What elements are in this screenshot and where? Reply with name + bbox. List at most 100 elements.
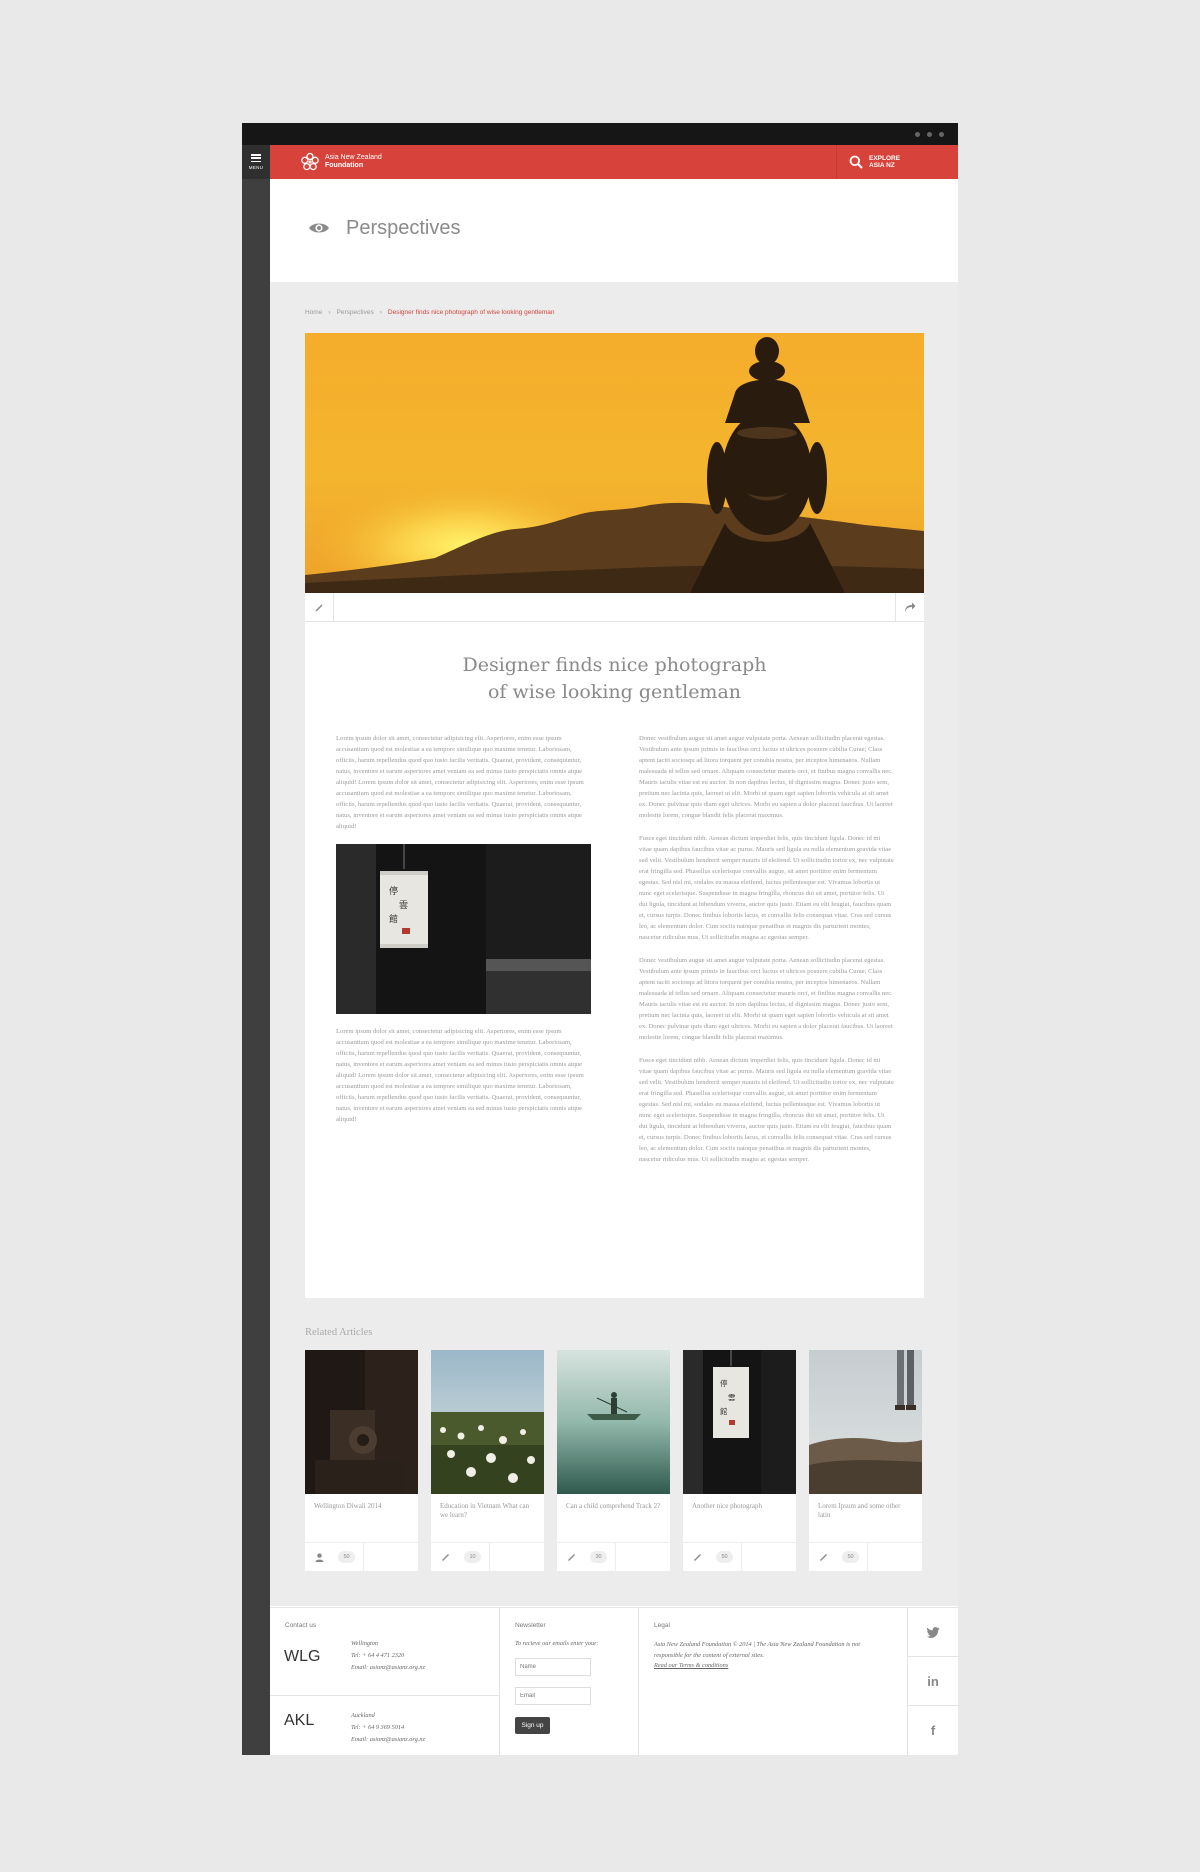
window-controls[interactable] <box>915 132 944 137</box>
office-wellington: WLG Wellington Tel: + 64 4 471 2320 Emai… <box>270 1632 500 1696</box>
paragraph: Lorem ipsum dolor sit amet, consectetur … <box>336 1028 584 1123</box>
linkedin-icon[interactable]: in <box>908 1657 958 1706</box>
explore-line2: ASIA NZ <box>869 162 895 169</box>
terms-link[interactable]: Read our Terms & conditions <box>654 1661 864 1672</box>
hero-image-buddha-sunset <box>305 333 924 593</box>
related-card[interactable]: Wellington Diwali 2014 50 <box>305 1350 418 1571</box>
card-title[interactable]: Another nice photograph <box>692 1502 788 1511</box>
card-title[interactable]: Can a child comprehend Track 2? <box>566 1502 662 1511</box>
brand-logo[interactable]: Asia New Zealand Foundation <box>300 152 382 172</box>
signup-button[interactable]: Sign up <box>515 1717 550 1734</box>
twitter-icon[interactable] <box>908 1608 958 1657</box>
hamburger-icon <box>251 154 261 162</box>
pencil-icon <box>557 1543 586 1571</box>
office-phone[interactable]: Tel: + 64 9 369 5014 <box>351 1722 425 1734</box>
user-icon <box>305 1543 334 1571</box>
page-header: Perspectives <box>270 179 958 282</box>
menu-button[interactable]: MENU <box>242 145 270 179</box>
article-title-line2: of wise looking gentleman <box>487 681 742 703</box>
footer-contact: Contact us WLG Wellington Tel: + 64 4 47… <box>270 1608 500 1756</box>
svg-text:停: 停 <box>720 1378 728 1388</box>
thumbnail-canoe-lake <box>557 1350 670 1494</box>
linkedin-label: in <box>927 1673 939 1689</box>
explore-button[interactable]: EXPLORE ASIA NZ <box>836 145 958 179</box>
footer-newsletter: Newsletter To recieve our emails enter y… <box>500 1608 639 1756</box>
related-card[interactable]: Lorem Ipsum and some other latin 50 <box>809 1350 922 1571</box>
paragraph: Lorem ipsum dolor sit amet, consectetur … <box>336 735 584 830</box>
brand-name: Asia New Zealand Foundation <box>325 154 382 170</box>
article-title-line1: Designer finds nice photograph <box>462 654 767 676</box>
article: Designer finds nice photograph of wise l… <box>305 622 924 1298</box>
explore-line1: EXPLORE <box>869 154 901 162</box>
article-title: Designer finds nice photograph of wise l… <box>305 652 924 706</box>
newsletter-email-input[interactable] <box>515 1687 591 1705</box>
breadcrumb-home[interactable]: Home <box>305 309 322 316</box>
svg-text:雲: 雲 <box>399 900 408 911</box>
comment-count: 50 <box>338 1551 355 1563</box>
search-icon <box>849 155 863 169</box>
legal-text: Asia New Zealand Foundation © 2014 | The… <box>654 1640 864 1672</box>
related-card[interactable]: 停 雲 館 Another nice photograph 50 <box>683 1350 796 1571</box>
office-info: Auckland Tel: + 64 9 369 5014 Email: asi… <box>351 1710 425 1746</box>
card-footer: 10 <box>431 1542 544 1571</box>
pencil-icon <box>683 1543 712 1571</box>
office-phone[interactable]: Tel: + 64 4 471 2320 <box>351 1650 425 1662</box>
paragraph: Donec vestibulum augue sit amet augue vu… <box>639 735 893 819</box>
share-arrow-icon <box>905 602 916 612</box>
sidebar: MENU <box>242 145 270 1755</box>
pencil-icon <box>315 604 323 611</box>
paragraph: Donec vestibulum augue sit amet augue vu… <box>639 957 893 1041</box>
card-title[interactable]: Education in Vietnam What can we learn? <box>440 1502 536 1520</box>
window-titlebar <box>242 123 958 145</box>
card-title[interactable]: Wellington Diwali 2014 <box>314 1502 410 1511</box>
page-title: Perspectives <box>346 217 461 239</box>
brand-line1: Asia New Zealand <box>325 154 382 161</box>
explore-label: EXPLORE ASIA NZ <box>869 155 900 170</box>
svg-text:館: 館 <box>720 1406 728 1416</box>
thumbnail-dandelions <box>431 1350 544 1494</box>
related-articles-list: Wellington Diwali 2014 50 Education in V… <box>305 1350 924 1571</box>
thumbnail-lantern: 停 雲 館 <box>683 1350 796 1494</box>
contact-heading: Contact us <box>285 1622 317 1629</box>
related-card[interactable]: Education in Vietnam What can we learn? … <box>431 1350 544 1571</box>
pencil-icon <box>431 1543 460 1571</box>
office-city: Wellington <box>351 1640 379 1647</box>
paragraph: Fusce eget tincidunt nibh. Aenean dictum… <box>639 1057 894 1163</box>
newsletter-heading: Newsletter <box>515 1622 546 1629</box>
facebook-icon[interactable]: f <box>908 1706 958 1755</box>
comment-count: 10 <box>464 1551 481 1563</box>
card-footer: 50 <box>809 1542 922 1571</box>
svg-text:停: 停 <box>389 885 398 897</box>
edit-button[interactable] <box>305 593 334 622</box>
lantern-image: 停 雲 館 <box>336 844 591 1014</box>
footer: Contact us WLG Wellington Tel: + 64 4 47… <box>270 1607 958 1756</box>
svg-text:雲: 雲 <box>728 1393 736 1402</box>
facebook-label: f <box>930 1723 936 1738</box>
office-code: AKL <box>284 1712 315 1729</box>
card-footer: 30 <box>557 1542 670 1571</box>
divider <box>867 1543 868 1571</box>
footer-social: in f <box>907 1608 958 1756</box>
breadcrumb-current: Designer finds nice photograph of wise l… <box>387 309 555 316</box>
card-footer: 50 <box>683 1542 796 1571</box>
newsletter-name-input[interactable] <box>515 1658 591 1676</box>
flower-logo-icon <box>301 152 319 171</box>
divider <box>363 1543 364 1571</box>
thumbnail-rocky-shore <box>809 1350 922 1494</box>
card-footer: 50 <box>305 1542 418 1571</box>
related-card[interactable]: Can a child comprehend Track 2? 30 <box>557 1350 670 1571</box>
office-email[interactable]: Email: asianz@asianz.org.nz <box>351 1662 425 1674</box>
pencil-icon <box>809 1543 838 1571</box>
breadcrumb-section[interactable]: Perspectives <box>337 309 374 316</box>
menu-label: MENU <box>248 165 264 170</box>
svg-text:館: 館 <box>389 913 398 925</box>
newsletter-subtext: To recieve our emails enter your: <box>515 1640 599 1647</box>
divider <box>615 1543 616 1571</box>
card-title[interactable]: Lorem Ipsum and some other latin <box>818 1502 914 1520</box>
legal-disclaimer: Asia New Zealand Foundation © 2014 | The… <box>654 1641 860 1659</box>
paragraph: Fusce eget tincidunt nibh. Aenean dictum… <box>639 835 894 941</box>
office-email[interactable]: Email: asianz@asianz.org.nz <box>351 1734 425 1746</box>
share-button[interactable] <box>895 593 924 622</box>
breadcrumb: Home › Perspectives › Designer finds nic… <box>305 309 554 316</box>
office-city: Auckland <box>351 1712 375 1719</box>
